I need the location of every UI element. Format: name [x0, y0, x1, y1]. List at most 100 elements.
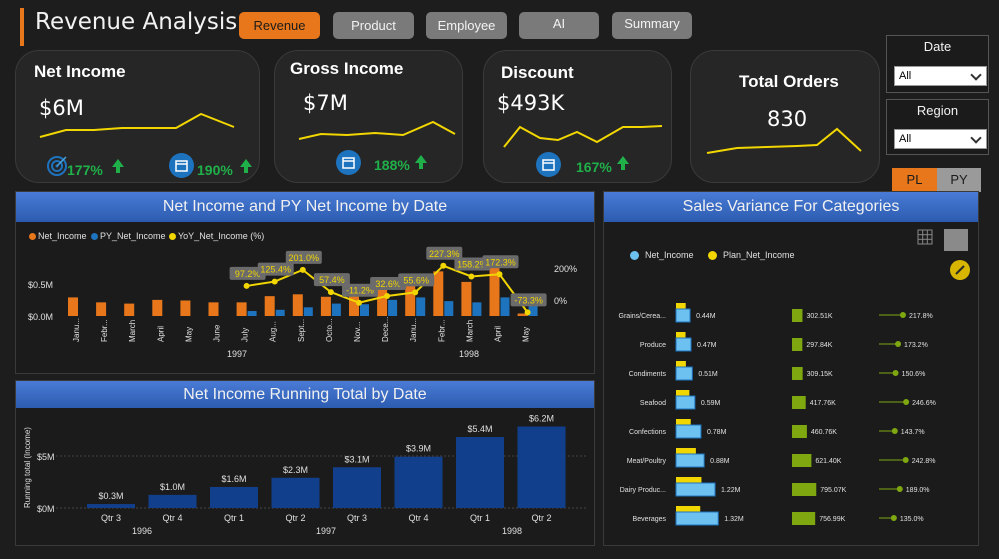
nav-product-button[interactable]: Product: [333, 12, 414, 39]
running-total-bar: [456, 437, 504, 508]
x-tick-label: Janu...: [72, 318, 81, 342]
yoy-point: [384, 292, 391, 299]
x-tick-label: Qtr 3: [101, 513, 121, 523]
running-total-chart-panel: Net Income Running Total by Date Running…: [15, 380, 595, 546]
region-filter-label: Region: [916, 103, 959, 118]
kpi-card-discount: Discount $493K 167%: [483, 50, 672, 183]
year-label: 1997: [227, 349, 247, 359]
yoy-data-label: 227.3%: [429, 249, 460, 259]
net-income-bar: [675, 482, 716, 497]
discount-sparkline: [503, 125, 663, 148]
bar-data-label: $1.6M: [221, 474, 246, 484]
plan-bar: [676, 303, 686, 309]
plan-value: 756.99K: [819, 516, 845, 523]
nav-ai-button[interactable]: AI: [519, 12, 599, 39]
calendar-icon: [169, 153, 194, 178]
sales-variance-panel: Sales Variance For Categories Net_Income…: [603, 191, 979, 546]
variance-value: 217.8%: [909, 313, 933, 320]
yoy-point: [356, 299, 362, 306]
x-tick-label: Qtr 4: [162, 513, 182, 523]
plan-value-bar: [792, 396, 806, 409]
net-income-bar: [675, 308, 691, 323]
kpi-value: $493K: [497, 91, 565, 115]
x-tick-label: March: [128, 320, 137, 342]
x-tick-label: May: [522, 327, 531, 342]
kpi-card-total-orders: Total Orders 830: [690, 50, 880, 183]
y-axis-label: Running total (Income): [23, 427, 32, 508]
plan-bar: [676, 361, 686, 367]
net-income-value: 0.78M: [707, 429, 727, 436]
bar-data-label: $3.1M: [344, 454, 369, 464]
nav-employee-button[interactable]: Employee: [426, 12, 507, 39]
region-filter-dropdown[interactable]: All: [894, 129, 987, 149]
sales-variance-chart: Grains/Cerea... 0.44M 302.51K 217.8% Produce…: [619, 303, 936, 526]
running-total-chart: Running total (Income) $5M $0M 1996 1997…: [23, 414, 586, 536]
kpi-pct: 167%: [576, 159, 612, 175]
running-total-bar: [517, 426, 566, 508]
nav-revenue-button[interactable]: Revenue: [239, 12, 320, 39]
variance-dot: [902, 457, 909, 463]
total-orders-sparkline: [706, 127, 862, 154]
year-label: 1998: [459, 349, 479, 359]
yoy-data-label: -73.3%: [514, 295, 543, 305]
date-filter-label: Date: [923, 39, 952, 54]
net-income-bar: [180, 300, 191, 316]
category-label: Beverages: [633, 516, 667, 523]
plan-value-bar: [792, 425, 807, 438]
py-net-income-bar: [472, 302, 482, 316]
calendar-icon: [536, 152, 561, 177]
py-net-income-bar: [360, 304, 369, 316]
yoy-point: [468, 273, 475, 280]
x-tick-label: Sept...: [297, 319, 306, 342]
bar-data-label: $0.3M: [98, 491, 123, 501]
date-filter-dropdown[interactable]: All: [894, 66, 987, 86]
yoy-data-label: 55.6%: [403, 275, 429, 285]
net-income-bar: [675, 395, 696, 410]
plan-value: 309.15K: [807, 371, 833, 378]
plan-value-bar: [792, 367, 803, 380]
py-net-income-bar: [275, 309, 285, 316]
plan-value: 297.84K: [806, 342, 832, 349]
variance-dot: [899, 312, 906, 318]
nav-summary-button[interactable]: Summary: [612, 12, 692, 39]
y-tick-right: 0%: [554, 296, 567, 306]
x-tick-label: Qtr 4: [408, 513, 428, 523]
py-net-income-bar: [247, 311, 257, 316]
category-label: Confections: [629, 429, 666, 436]
page-title: Revenue Analysis: [35, 9, 238, 35]
bar-data-label: $2.3M: [283, 465, 308, 475]
toggle-pl-button[interactable]: PL: [892, 168, 937, 192]
yoy-point: [327, 289, 334, 296]
running-total-bar: [394, 456, 443, 508]
yoy-point: [299, 266, 306, 273]
net-income-bar: [675, 511, 719, 526]
x-tick-label: Febr...: [437, 319, 446, 342]
net-income-bar: [489, 261, 500, 316]
plan-value-bar: [792, 483, 817, 496]
net-income-bar: [68, 297, 78, 316]
net-income-bar: [320, 296, 331, 316]
x-tick-label: May: [184, 327, 193, 342]
y-tick-left: $0.5M: [28, 280, 53, 290]
net-income-bar: [675, 453, 705, 468]
kpi-pct-right: 190%: [197, 162, 233, 178]
x-tick-label: Qtr 2: [285, 513, 305, 523]
running-total-bar: [333, 467, 381, 508]
region-filter-value: All: [899, 133, 912, 145]
plan-bar: [676, 448, 696, 454]
x-tick-label: Febr...: [100, 319, 109, 342]
net-income-bar: [124, 303, 135, 316]
plan-value: 795.07K: [820, 487, 846, 494]
plan-bar: [676, 419, 691, 425]
toggle-py-button[interactable]: PY: [937, 168, 981, 192]
kpi-title: Gross Income: [290, 59, 404, 78]
bar-data-label: $5.4M: [467, 424, 492, 434]
plan-value: 460.76K: [811, 429, 837, 436]
up-arrow-icon: [240, 159, 252, 167]
plan-value-bar: [792, 454, 812, 467]
yoy-data-label: 125.4%: [260, 265, 291, 275]
x-tick-label: Dece...: [381, 317, 390, 342]
y-tick-left: $0.0M: [28, 312, 53, 322]
variance-value: 242.8%: [912, 458, 936, 465]
up-arrow-stem: [116, 167, 120, 173]
